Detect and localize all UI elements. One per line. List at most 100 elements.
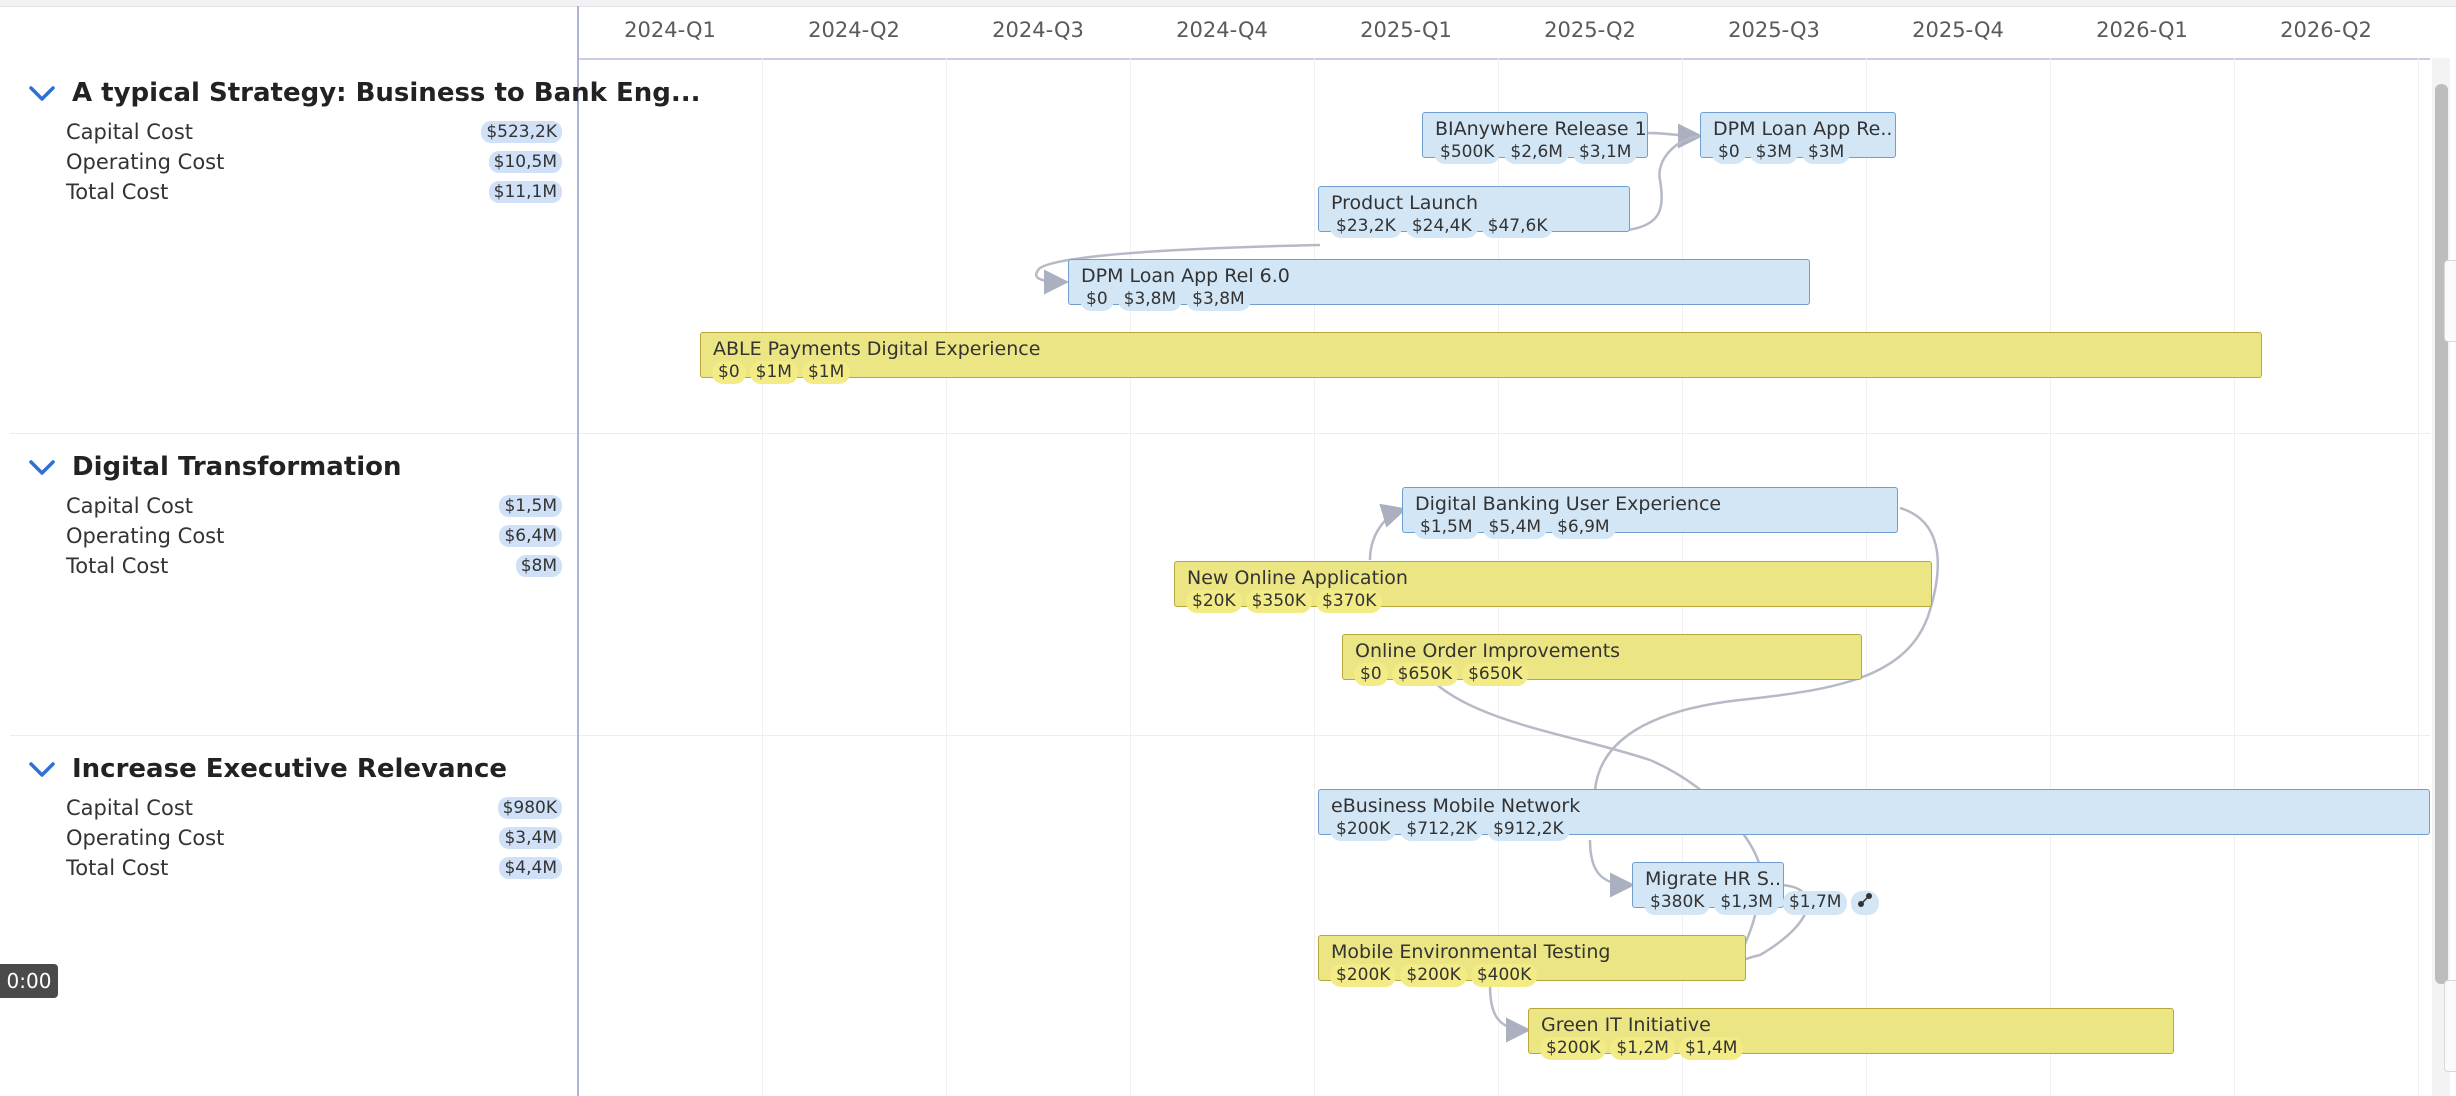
grid-line xyxy=(2418,58,2419,1096)
bar-title: Product Launch xyxy=(1331,192,1478,214)
group-header-executive-relevance[interactable]: Increase Executive Relevance xyxy=(26,754,507,784)
cost-pill: $6,9M xyxy=(1551,516,1616,539)
cost-pill: $912,2K xyxy=(1487,818,1570,841)
group-header-strategy[interactable]: A typical Strategy: Business to Bank Eng… xyxy=(26,78,701,108)
side-panel-tab[interactable] xyxy=(2444,980,2456,1072)
scrollbar-thumb[interactable] xyxy=(2435,84,2448,984)
grid-line xyxy=(762,58,763,1096)
bar-title: New Online Application xyxy=(1187,567,1408,589)
roadmap-bar[interactable]: DPM Loan App Re... $0 $3M $3M xyxy=(1700,112,1896,164)
cost-pill: $380K xyxy=(1644,891,1711,915)
bar-costs: $0 $3,8M $3,8M xyxy=(1080,288,1251,311)
cost-pill: $0 xyxy=(712,361,746,384)
cost-pill: $3,8M xyxy=(1186,288,1251,311)
cost-pill: $0 xyxy=(1354,663,1388,686)
cost-pill: $2,6M xyxy=(1504,141,1569,164)
cost-value-badge: $4,4M xyxy=(499,857,562,879)
cost-pill: $712,2K xyxy=(1400,818,1484,841)
cost-pill: $24,4K xyxy=(1405,215,1478,238)
time-badge: 0:00 xyxy=(0,964,58,998)
cost-pill: $47,6K xyxy=(1481,215,1554,238)
grid-line xyxy=(2050,58,2051,1096)
bar-costs: $200K $712,2K $912,2K xyxy=(1330,818,1570,841)
roadmap-bar[interactable]: Digital Banking User Experience $1,5M $5… xyxy=(1402,487,1898,539)
group-header-digital-transformation[interactable]: Digital Transformation xyxy=(26,452,402,482)
roadmap-bar[interactable]: New Online Application $20K $350K $370K xyxy=(1174,561,1932,613)
dependency-link xyxy=(1368,503,1407,561)
quarter-label: 2024-Q1 xyxy=(624,18,716,42)
dependency-link-icon[interactable] xyxy=(1851,891,1880,915)
cost-row-capital: Capital Cost $1,5M xyxy=(66,494,566,522)
roadmap-bar[interactable]: eBusiness Mobile Network $200K $712,2K $… xyxy=(1318,789,2430,841)
cost-pill: $1,2M xyxy=(1610,1037,1675,1060)
cost-row-operating: Operating Cost $3,4M xyxy=(66,826,566,854)
side-panel-tab[interactable] xyxy=(2444,260,2456,342)
bar-title: ABLE Payments Digital Experience xyxy=(713,338,1041,360)
timeline-header: 2024-Q1 2024-Q2 2024-Q3 2024-Q4 2025-Q1 … xyxy=(578,6,2430,60)
group-title: A typical Strategy: Business to Bank Eng… xyxy=(72,78,701,108)
cost-pill: $400K xyxy=(1470,964,1538,987)
cost-pill: $3,1M xyxy=(1572,141,1638,164)
cost-label: Total Cost xyxy=(66,856,169,880)
chevron-down-icon[interactable] xyxy=(26,757,58,781)
panel-divider[interactable] xyxy=(577,6,579,1096)
dependency-link xyxy=(1645,123,1703,149)
cost-value-badge: $523,2K xyxy=(481,121,562,143)
roadmap-bar[interactable]: Migrate HR S... $380K $1,3M $1,7M xyxy=(1632,862,1880,915)
roadmap-bar[interactable]: ABLE Payments Digital Experience $0 $1M … xyxy=(700,332,2262,384)
cost-label: Capital Cost xyxy=(66,120,193,144)
cost-row-total: Total Cost $4,4M xyxy=(66,856,566,884)
cost-value-badge: $10,5M xyxy=(488,151,562,173)
bar-title: DPM Loan App Re... xyxy=(1713,118,1893,140)
cost-value-badge: $8M xyxy=(515,555,562,577)
roadmap-bar[interactable]: Product Launch $23,2K $24,4K $47,6K xyxy=(1318,186,1630,238)
bar-costs: $380K $1,3M $1,7M xyxy=(1644,891,1880,915)
roadmap-bar[interactable]: Online Order Improvements $0 $650K $650K xyxy=(1342,634,1862,686)
cost-value-badge: $6,4M xyxy=(499,525,562,547)
cost-pill: $200K xyxy=(1330,818,1397,841)
cost-pill: $1,7M xyxy=(1782,891,1848,915)
bar-costs: $1,5M $5,4M $6,9M xyxy=(1414,516,1616,539)
cost-value-badge: $11,1M xyxy=(488,181,562,203)
cost-pill: $650K xyxy=(1391,663,1459,686)
bar-title: Mobile Environmental Testing xyxy=(1331,941,1611,963)
bar-costs: $500K $2,6M $3,1M xyxy=(1434,141,1638,164)
bar-costs: $23,2K $24,4K $47,6K xyxy=(1330,215,1554,238)
quarter-label: 2025-Q4 xyxy=(1912,18,2004,42)
chevron-down-icon[interactable] xyxy=(26,81,58,105)
quarter-label: 2025-Q1 xyxy=(1360,18,1452,42)
bar-title: Green IT Initiative xyxy=(1541,1014,1711,1036)
roadmap-bar[interactable]: DPM Loan App Rel 6.0 $0 $3,8M $3,8M xyxy=(1068,259,1810,311)
bar-costs: $20K $350K $370K xyxy=(1186,590,1383,613)
bar-costs: $0 $3M $3M xyxy=(1712,141,1851,164)
cost-pill: $0 xyxy=(1712,141,1746,164)
bar-costs: $0 $650K $650K xyxy=(1354,663,1529,686)
quarter-label: 2026-Q2 xyxy=(2280,18,2372,42)
quarter-label: 2024-Q3 xyxy=(992,18,1084,42)
cost-pill: $1M xyxy=(749,361,798,384)
cost-label: Total Cost xyxy=(66,180,169,204)
cost-pill: $5,4M xyxy=(1482,516,1548,539)
cost-row-capital: Capital Cost $523,2K xyxy=(66,120,566,148)
quarter-label: 2025-Q3 xyxy=(1728,18,1820,42)
cost-pill: $200K xyxy=(1540,1037,1607,1060)
cost-pill: $3M xyxy=(1749,141,1798,164)
cost-pill: $1M xyxy=(801,361,851,384)
cost-pill: $20K xyxy=(1186,590,1242,613)
roadmap-bar[interactable]: BIAnywhere Release 10 $500K $2,6M $3,1M xyxy=(1422,112,1648,164)
chevron-down-icon[interactable] xyxy=(26,455,58,479)
cost-pill: $200K xyxy=(1330,964,1397,987)
bar-costs: $200K $1,2M $1,4M xyxy=(1540,1037,1744,1060)
cost-pill: $350K xyxy=(1245,590,1313,613)
cost-row-operating: Operating Cost $10,5M xyxy=(66,150,566,178)
cost-label: Operating Cost xyxy=(66,826,225,850)
cost-row-operating: Operating Cost $6,4M xyxy=(66,524,566,552)
roadmap-bar[interactable]: Green IT Initiative $200K $1,2M $1,4M xyxy=(1528,1008,2174,1060)
roadmap-bar[interactable]: Mobile Environmental Testing $200K $200K… xyxy=(1318,935,1746,987)
cost-pill: $0 xyxy=(1080,288,1114,311)
grid-line xyxy=(1130,58,1131,1096)
cost-label: Total Cost xyxy=(66,554,169,578)
cost-value-badge: $3,4M xyxy=(499,827,562,849)
group-title: Digital Transformation xyxy=(72,452,402,482)
cost-pill: $3M xyxy=(1801,141,1851,164)
